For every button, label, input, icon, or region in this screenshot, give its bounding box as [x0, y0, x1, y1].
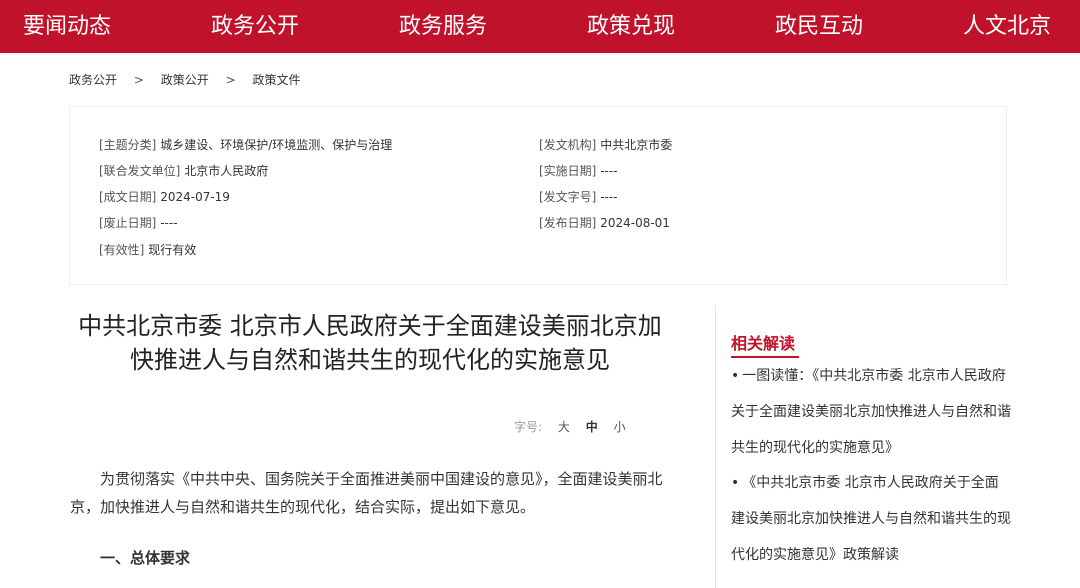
related-item-link[interactable]: 一图读懂：《中共北京市委 北京市人民政府关于全面建设美丽北京加快推进人与自然和谐… [731, 368, 1011, 456]
meta-abolished-date: [废止日期] ---- [99, 214, 178, 231]
nav-item-policy-fulfillment[interactable]: 政策兑现 [587, 0, 675, 53]
article-title: 中共北京市委 北京市人民政府关于全面建设美丽北京加快推进人与自然和谐共生的现代化… [78, 312, 662, 374]
meta-document-number-label: [发文字号] [539, 190, 597, 204]
meta-topic-value: 城乡建设、环境保护/环境监测、保护与治理 [160, 138, 393, 152]
meta-abolished-date-value: ---- [160, 216, 178, 230]
font-size-label: 字号: [514, 420, 543, 434]
nav-item-interaction[interactable]: 政民互动 [775, 0, 863, 53]
meta-written-date: [成文日期] 2024-07-19 [99, 188, 230, 205]
meta-published-date-label: [发布日期] [539, 216, 597, 230]
top-navigation: 要闻动态 政务公开 政务服务 政策兑现 政民互动 人文北京 [0, 0, 1080, 53]
meta-written-date-label: [成文日期] [99, 190, 157, 204]
meta-validity-label: [有效性] [99, 243, 145, 257]
meta-joint-issuer-label: [联合发文单位] [99, 164, 181, 178]
breadcrumb-item-policy-public[interactable]: 政策公开 [161, 73, 209, 87]
meta-topic-label: [主题分类] [99, 138, 157, 152]
related-readings-title: 相关解读 [731, 334, 796, 353]
meta-joint-issuer-value: 北京市人民政府 [184, 164, 269, 178]
nav-item-news[interactable]: 要闻动态 [23, 0, 111, 53]
breadcrumb-separator: > [225, 73, 236, 87]
related-item[interactable]: • 一图读懂：《中共北京市委 北京市人民政府关于全面建设美丽北京加快推进人与自然和… [731, 358, 1011, 466]
meta-validity: [有效性] 现行有效 [99, 241, 196, 258]
meta-abolished-date-label: [废止日期] [99, 216, 157, 230]
font-size-large-button[interactable]: 大 [558, 420, 570, 434]
meta-document-number-value: ---- [600, 190, 618, 204]
column-divider [715, 305, 716, 588]
meta-joint-issuer: [联合发文单位] 北京市人民政府 [99, 162, 268, 179]
meta-issuer-value: 中共北京市委 [600, 138, 673, 152]
meta-issuer: [发文机构] 中共北京市委 [539, 136, 672, 153]
breadcrumb: 政务公开 > 政策公开 > 政策文件 [69, 71, 300, 88]
meta-validity-value: 现行有效 [148, 243, 197, 257]
nav-item-gov-affairs[interactable]: 政务公开 [211, 0, 299, 53]
meta-effective-date-value: ---- [600, 164, 618, 178]
meta-effective-date: [实施日期] ---- [539, 162, 618, 179]
meta-written-date-value: 2024-07-19 [160, 190, 230, 204]
font-size-switcher: 字号: 大 中 小 [514, 418, 638, 435]
related-item-link[interactable]: 《中共北京市委 北京市人民政府关于全面建设美丽北京加快推进人与自然和谐共生的现代… [731, 475, 1011, 563]
document-metadata-panel: [主题分类] 城乡建设、环境保护/环境监测、保护与治理 [发文机构] 中共北京市… [69, 106, 1007, 285]
related-item[interactable]: • 《中共北京市委 北京市人民政府关于全面建设美丽北京加快推进人与自然和谐共生的现… [731, 465, 1011, 573]
article-intro-paragraph: 为贯彻落实《中共中央、国务院关于全面推进美丽中国建设的意见》，全面建设美丽北京，… [70, 470, 663, 516]
breadcrumb-item-policy-docs[interactable]: 政策文件 [252, 73, 300, 87]
font-size-medium-button[interactable]: 中 [586, 420, 598, 434]
breadcrumb-separator: > [133, 73, 144, 87]
meta-published-date: [发布日期] 2024-08-01 [539, 214, 670, 231]
nav-item-culture[interactable]: 人文北京 [963, 0, 1051, 53]
font-size-small-button[interactable]: 小 [614, 420, 626, 434]
meta-published-date-value: 2024-08-01 [600, 216, 670, 230]
meta-topic: [主题分类] 城乡建设、环境保护/环境监测、保护与治理 [99, 136, 392, 153]
section-heading: 一、总体要求 [100, 549, 191, 567]
meta-document-number: [发文字号] ---- [539, 188, 618, 205]
nav-item-gov-services[interactable]: 政务服务 [399, 0, 487, 53]
meta-effective-date-label: [实施日期] [539, 164, 597, 178]
breadcrumb-item-gov-affairs[interactable]: 政务公开 [69, 73, 117, 87]
bullet-icon: • [731, 368, 740, 384]
bullet-icon: • [731, 475, 740, 491]
meta-issuer-label: [发文机构] [539, 138, 597, 152]
